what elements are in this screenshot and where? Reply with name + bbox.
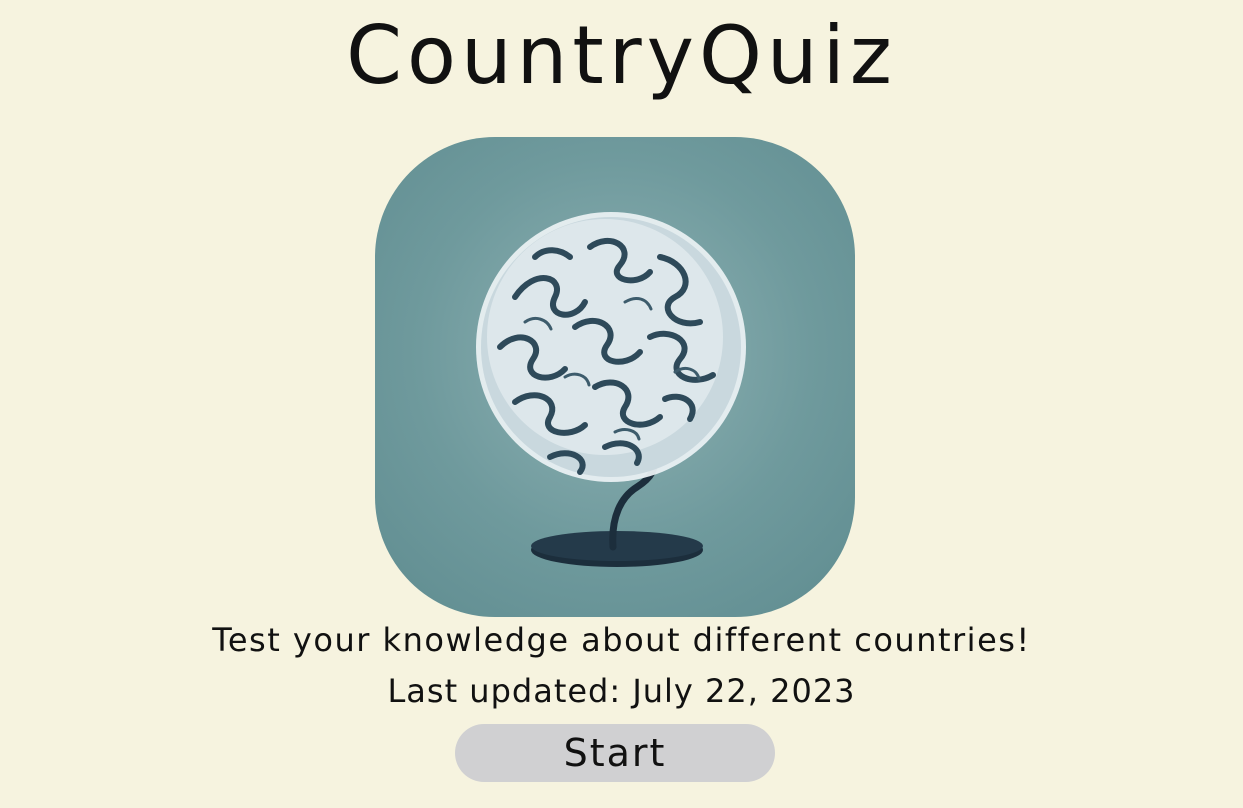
page-title: CountryQuiz xyxy=(346,9,897,102)
quiz-home-page: CountryQuiz Test your knowledge about di… xyxy=(0,0,1243,808)
start-button[interactable]: Start xyxy=(455,724,775,782)
last-updated-text: Last updated: July 22, 2023 xyxy=(387,672,856,710)
quiz-logo-image xyxy=(375,137,855,617)
brain-globe-icon xyxy=(476,212,746,567)
intro-tagline: Test your knowledge about different coun… xyxy=(212,621,1031,659)
